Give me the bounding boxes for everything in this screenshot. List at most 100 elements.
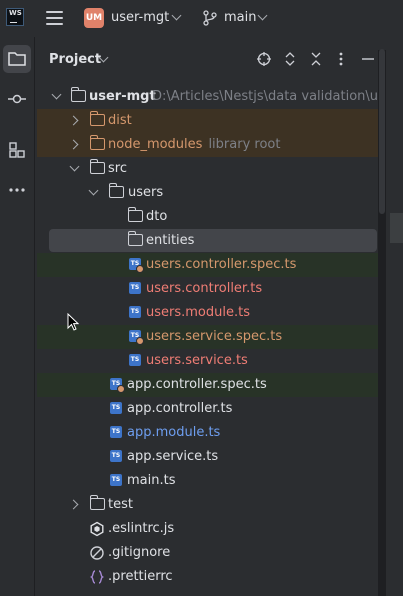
tree-node-users-service[interactable]: TS users.service.ts bbox=[37, 349, 403, 373]
tree-node-label: app.module.ts bbox=[127, 425, 221, 440]
tree-node-label: users.service.spec.ts bbox=[146, 329, 283, 344]
tree-node-prettierrc[interactable]: .prettierrc bbox=[37, 565, 403, 589]
chevron-down-icon[interactable] bbox=[51, 89, 62, 100]
library-root-hint: library root bbox=[208, 137, 281, 152]
tree-node-label: .gitignore bbox=[108, 545, 171, 560]
typescript-file-icon: TS bbox=[110, 402, 122, 414]
ignored-file-icon bbox=[90, 546, 104, 560]
typescript-test-file-icon: TS bbox=[110, 378, 125, 393]
tree-node-label: .eslintrc.js bbox=[108, 521, 175, 536]
logo-text: WS bbox=[9, 9, 22, 17]
tree-node-root[interactable]: user-mgt D:\Articles\Nestjs\data validat… bbox=[37, 85, 403, 109]
typescript-file-icon: TS bbox=[110, 426, 122, 438]
typescript-file-icon: TS bbox=[110, 474, 122, 486]
tree-node-label: users.service.ts bbox=[146, 353, 248, 368]
tree-node-name: node_modules bbox=[108, 137, 203, 152]
tree-node-dto[interactable]: dto bbox=[37, 205, 403, 229]
editor-edge bbox=[386, 37, 403, 596]
tree-node-label: app.service.ts bbox=[127, 449, 219, 464]
tree-node-users[interactable]: users bbox=[37, 181, 403, 205]
project-badge[interactable]: UM bbox=[84, 8, 104, 28]
title-bar: WS UM user-mgt main bbox=[0, 0, 403, 37]
tree-node-src[interactable]: src bbox=[37, 157, 403, 181]
tree-node-dist[interactable]: dist bbox=[37, 109, 403, 133]
tool-window-title[interactable]: Project bbox=[49, 52, 101, 67]
tool-window-header: Project bbox=[37, 37, 403, 83]
tree-node-app-controller-spec[interactable]: TS app.controller.spec.ts bbox=[37, 373, 403, 397]
chevron-right-icon[interactable] bbox=[68, 139, 79, 150]
json-braces-icon bbox=[89, 570, 105, 584]
mouse-pointer-icon bbox=[67, 313, 79, 331]
more-icon[interactable] bbox=[7, 180, 27, 200]
chevron-right-icon[interactable] bbox=[68, 499, 79, 510]
chevron-down-icon[interactable] bbox=[88, 185, 99, 196]
tree-node-app-service[interactable]: TS app.service.ts bbox=[37, 445, 403, 469]
tree-node-app-controller[interactable]: TS app.controller.ts bbox=[37, 397, 403, 421]
options-icon[interactable] bbox=[333, 51, 349, 67]
git-branch-icon[interactable] bbox=[203, 10, 217, 26]
tree-node-label: user-mgt bbox=[89, 89, 156, 104]
folder-icon bbox=[128, 207, 143, 222]
tree-node-users-module[interactable]: TS users.module.ts bbox=[37, 301, 403, 325]
project-tree: user-mgt D:\Articles\Nestjs\data validat… bbox=[37, 85, 403, 589]
project-tool-window: Project user-mgt D:\Articles\Nestjs\data… bbox=[37, 37, 403, 596]
branch-switcher[interactable]: main bbox=[224, 10, 256, 25]
excluded-folder-icon bbox=[90, 135, 105, 150]
project-switcher[interactable]: user-mgt bbox=[111, 10, 169, 25]
tree-node-label: entities bbox=[146, 233, 195, 248]
tree-node-label: users.module.ts bbox=[146, 305, 250, 320]
folder-icon bbox=[90, 159, 105, 174]
tree-node-label: app.controller.ts bbox=[127, 401, 233, 416]
typescript-file-icon: TS bbox=[129, 282, 141, 294]
tree-node-label: dist bbox=[108, 113, 132, 128]
typescript-test-file-icon: TS bbox=[129, 330, 144, 345]
tree-node-label: app.controller.spec.ts bbox=[127, 377, 267, 392]
chevron-right-icon[interactable] bbox=[68, 115, 79, 126]
tree-node-label: node_modules library root bbox=[108, 137, 280, 152]
tree-node-path: D:\Articles\Nestjs\data validation\user bbox=[152, 89, 399, 104]
tree-node-label: main.ts bbox=[127, 473, 176, 488]
tree-node-node-modules[interactable]: node_modules library root bbox=[37, 133, 403, 157]
tree-node-main[interactable]: TS main.ts bbox=[37, 469, 403, 493]
tree-node-label: .prettierrc bbox=[108, 569, 173, 584]
folder-icon bbox=[90, 495, 105, 510]
selection-highlight bbox=[49, 229, 377, 252]
tool-window-stripe bbox=[0, 37, 35, 596]
tree-node-users-controller-spec[interactable]: TS users.controller.spec.ts bbox=[37, 253, 403, 277]
chevron-down-icon[interactable] bbox=[171, 10, 182, 21]
typescript-test-file-icon: TS bbox=[129, 258, 144, 273]
excluded-folder-icon bbox=[90, 111, 105, 126]
folder-icon bbox=[71, 87, 86, 102]
main-menu-icon[interactable] bbox=[46, 11, 63, 25]
typescript-file-icon: TS bbox=[129, 354, 141, 366]
hide-icon[interactable] bbox=[360, 51, 376, 67]
typescript-file-icon: TS bbox=[110, 450, 122, 462]
webstorm-logo-icon: WS bbox=[6, 8, 24, 26]
folder-icon[interactable] bbox=[7, 49, 27, 69]
tree-node-label: users bbox=[128, 185, 164, 200]
tree-node-label: src bbox=[108, 161, 127, 176]
tree-node-users-controller[interactable]: TS users.controller.ts bbox=[37, 277, 403, 301]
tree-node-label: users.controller.ts bbox=[146, 281, 263, 296]
tree-node-label: dto bbox=[146, 209, 168, 224]
chevron-down-icon[interactable] bbox=[69, 161, 80, 172]
eslint-icon bbox=[90, 521, 104, 537]
collapse-all-icon[interactable] bbox=[308, 51, 324, 67]
chevron-down-icon[interactable] bbox=[257, 10, 268, 21]
folder-icon bbox=[128, 231, 143, 246]
scrollbar-thumb[interactable] bbox=[379, 49, 385, 214]
folder-icon bbox=[109, 183, 124, 198]
tree-node-app-module[interactable]: TS app.module.ts bbox=[37, 421, 403, 445]
tree-node-entities[interactable]: entities bbox=[37, 229, 403, 253]
tree-node-users-service-spec[interactable]: TS users.service.spec.ts bbox=[37, 325, 403, 349]
tree-node-label: test bbox=[108, 497, 133, 512]
tree-node-test[interactable]: test bbox=[37, 493, 403, 517]
tree-node-eslintrc[interactable]: .eslintrc.js bbox=[37, 517, 403, 541]
tree-node-label: users.controller.spec.ts bbox=[146, 257, 297, 272]
tree-node-gitignore[interactable]: .gitignore bbox=[37, 541, 403, 565]
expand-all-icon[interactable] bbox=[282, 51, 298, 67]
structure-icon[interactable] bbox=[7, 140, 27, 160]
commit-icon[interactable] bbox=[7, 89, 27, 109]
typescript-file-icon: TS bbox=[129, 306, 141, 318]
locate-icon[interactable] bbox=[256, 51, 272, 67]
